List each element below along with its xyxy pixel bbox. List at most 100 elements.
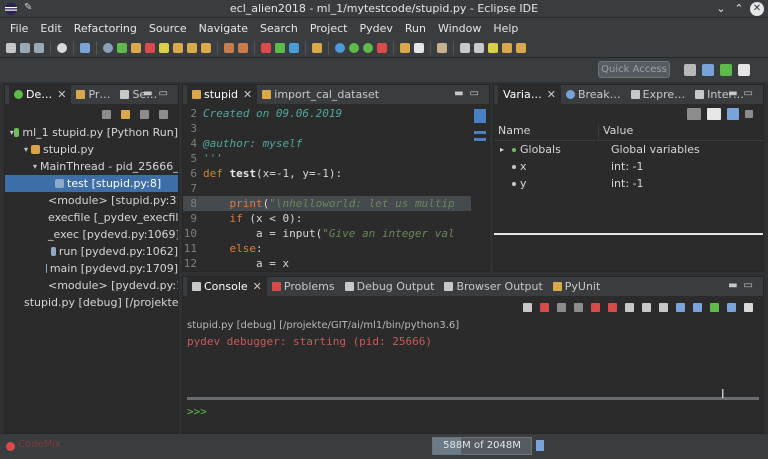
code-line[interactable]: 2 Created on 09.06.2019 <box>183 106 471 121</box>
save-icon[interactable] <box>20 42 30 53</box>
expand-arrow-icon[interactable]: ▾ <box>33 162 37 171</box>
terminate-icon[interactable] <box>145 42 155 53</box>
view-minmax-icons[interactable]: ▬▭ <box>143 88 174 99</box>
code-line[interactable]: 6 def test (x=-1, y=-1): <box>183 166 471 181</box>
column-value[interactable]: Value <box>599 124 633 140</box>
clear-all-icon[interactable] <box>608 302 617 312</box>
tab-variables[interactable]: Varia… ✕ <box>498 85 561 104</box>
back-icon[interactable] <box>502 42 512 53</box>
coverage-icon[interactable] <box>289 42 299 53</box>
skip-breakpoints-icon[interactable] <box>103 42 113 53</box>
view-minmax-icons[interactable]: ▬▭ <box>454 88 485 99</box>
code-line[interactable]: 11 else: <box>183 241 471 256</box>
maximize-icon[interactable]: ⌃ <box>732 2 746 16</box>
collapse-all-icon[interactable] <box>707 108 721 120</box>
view-minmax-icons[interactable]: ▬▭ <box>728 280 759 291</box>
tree-item[interactable]: <module> [pydevd.py:17 <box>5 277 178 294</box>
step-into-icon[interactable] <box>173 42 183 53</box>
menu-project[interactable]: Project <box>304 22 354 35</box>
close-icon[interactable]: ✕ <box>547 88 556 101</box>
expand-arrow-icon[interactable]: ▸ <box>500 145 508 154</box>
debug-settings-icon[interactable] <box>57 42 67 53</box>
code-line[interactable]: 7 <box>183 181 471 196</box>
code-line[interactable]: 3 <box>183 121 471 136</box>
run-icon[interactable] <box>335 42 345 53</box>
menu-navigate[interactable]: Navigate <box>193 22 254 35</box>
open-console-icon[interactable] <box>523 302 532 312</box>
pydev-perspective-icon[interactable] <box>702 64 714 76</box>
variable-row[interactable]: x int: -1 <box>494 158 763 175</box>
tree-item[interactable]: _exec [pydevd.py:1069] <box>5 226 178 243</box>
tree-item[interactable]: main [pydevd.py:1709] <box>5 260 178 277</box>
remove-terminated-icon[interactable] <box>140 109 149 119</box>
tab-project-explorer[interactable]: Pr… <box>71 85 115 104</box>
tab-console[interactable]: Console ✕ <box>187 277 267 296</box>
view-minmax-icons[interactable]: ▬▭ <box>728 88 759 99</box>
tree-item[interactable]: test [stupid.py:8] <box>5 175 178 192</box>
debug-icon[interactable] <box>363 42 373 53</box>
remove-launch-icon[interactable] <box>557 302 566 312</box>
menu-file[interactable]: File <box>4 22 34 35</box>
menu-source[interactable]: Source <box>143 22 193 35</box>
column-name[interactable]: Name <box>494 124 599 140</box>
drop-frame-icon[interactable] <box>224 42 234 53</box>
suspend-icon[interactable] <box>131 42 141 53</box>
code-line[interactable]: 12 a = x <box>183 256 471 269</box>
open-type-icon[interactable] <box>261 42 271 53</box>
tab-import-cal-dataset[interactable]: import_cal_dataset <box>257 85 384 104</box>
tree-item[interactable]: ▾MainThread - pid_25666_id_ <box>5 158 178 175</box>
step-return-icon[interactable] <box>201 42 211 53</box>
menu-help[interactable]: Help <box>487 22 524 35</box>
pydev-icon[interactable] <box>275 42 285 53</box>
forward-icon[interactable] <box>516 42 526 53</box>
debug-perspective-icon[interactable] <box>720 64 732 76</box>
annotation-icon[interactable] <box>437 42 447 53</box>
code-editor[interactable]: 2 Created on 09.06.2019 3 4 @author: myself 5… <box>183 104 471 269</box>
quick-access-input[interactable]: Quick Access <box>598 61 670 78</box>
open-perspective-icon[interactable] <box>684 64 696 76</box>
view-menu-icon[interactable] <box>744 302 753 312</box>
tree-item[interactable]: <module> [stupid.py:31] <box>5 192 178 209</box>
tab-debug-output[interactable]: Debug Output <box>340 277 440 296</box>
last-edit-icon[interactable] <box>488 42 498 53</box>
minimize-icon[interactable]: ⌄ <box>714 2 728 16</box>
tree-item[interactable]: run [pydevd.py:1062] <box>5 243 178 260</box>
edit-icon[interactable] <box>414 42 424 53</box>
word-wrap-icon[interactable] <box>642 302 651 312</box>
code-line[interactable]: 8 print("\nhelloworld: let us multip <box>183 196 471 211</box>
next-annotation-icon[interactable] <box>460 42 470 53</box>
variable-row[interactable]: y int: -1 <box>494 175 763 192</box>
menu-edit[interactable]: Edit <box>34 22 67 35</box>
tree-item[interactable]: stupid.py [debug] [/projekte/C <box>5 294 178 311</box>
pin-console-icon[interactable] <box>676 302 685 312</box>
vertical-scrollbar[interactable] <box>473 106 487 266</box>
scroll-lock-icon[interactable] <box>625 302 634 312</box>
view-menu-icon[interactable] <box>159 109 168 119</box>
menu-refactoring[interactable]: Refactoring <box>68 22 143 35</box>
collapse-all-icon[interactable] <box>102 109 111 119</box>
code-line[interactable]: 9 if (x < 0): <box>183 211 471 226</box>
heap-status[interactable]: 588M of 2048M <box>432 437 532 455</box>
codemix-icon[interactable] <box>6 442 15 451</box>
tab-stupid[interactable]: stupid ✕ <box>187 85 258 104</box>
codemix-label[interactable]: CodeMix <box>18 439 61 450</box>
show-on-output-icon[interactable] <box>659 302 668 312</box>
tree-item[interactable]: ▾ ml_1 stupid.py [Python Run] <box>5 124 178 141</box>
disconnect-icon[interactable] <box>159 42 169 53</box>
new-file-icon[interactable] <box>6 42 16 53</box>
save-all-icon[interactable] <box>34 42 44 53</box>
console-prompt[interactable]: >>> <box>187 405 207 418</box>
close-icon[interactable]: ✕ <box>253 280 262 293</box>
terminate-icon[interactable] <box>540 302 549 312</box>
tree-item[interactable]: execfile [_pydev_execfile. <box>5 209 178 226</box>
code-line[interactable]: 10 a = input("Give an integer val <box>183 226 471 241</box>
tab-problems[interactable]: Problems <box>267 277 340 296</box>
tab-debug[interactable]: De… ✕ <box>9 85 72 104</box>
remove-all-icon[interactable] <box>574 302 583 312</box>
profile-icon[interactable] <box>377 42 387 53</box>
code-line[interactable]: 5 ''' <box>183 151 471 166</box>
new-console-icon[interactable] <box>710 302 719 312</box>
console-output[interactable]: pydev debugger: starting (pid: 25666) <box>183 333 763 350</box>
menu-window[interactable]: Window <box>432 22 487 35</box>
close-icon[interactable]: ✕ <box>57 88 66 101</box>
